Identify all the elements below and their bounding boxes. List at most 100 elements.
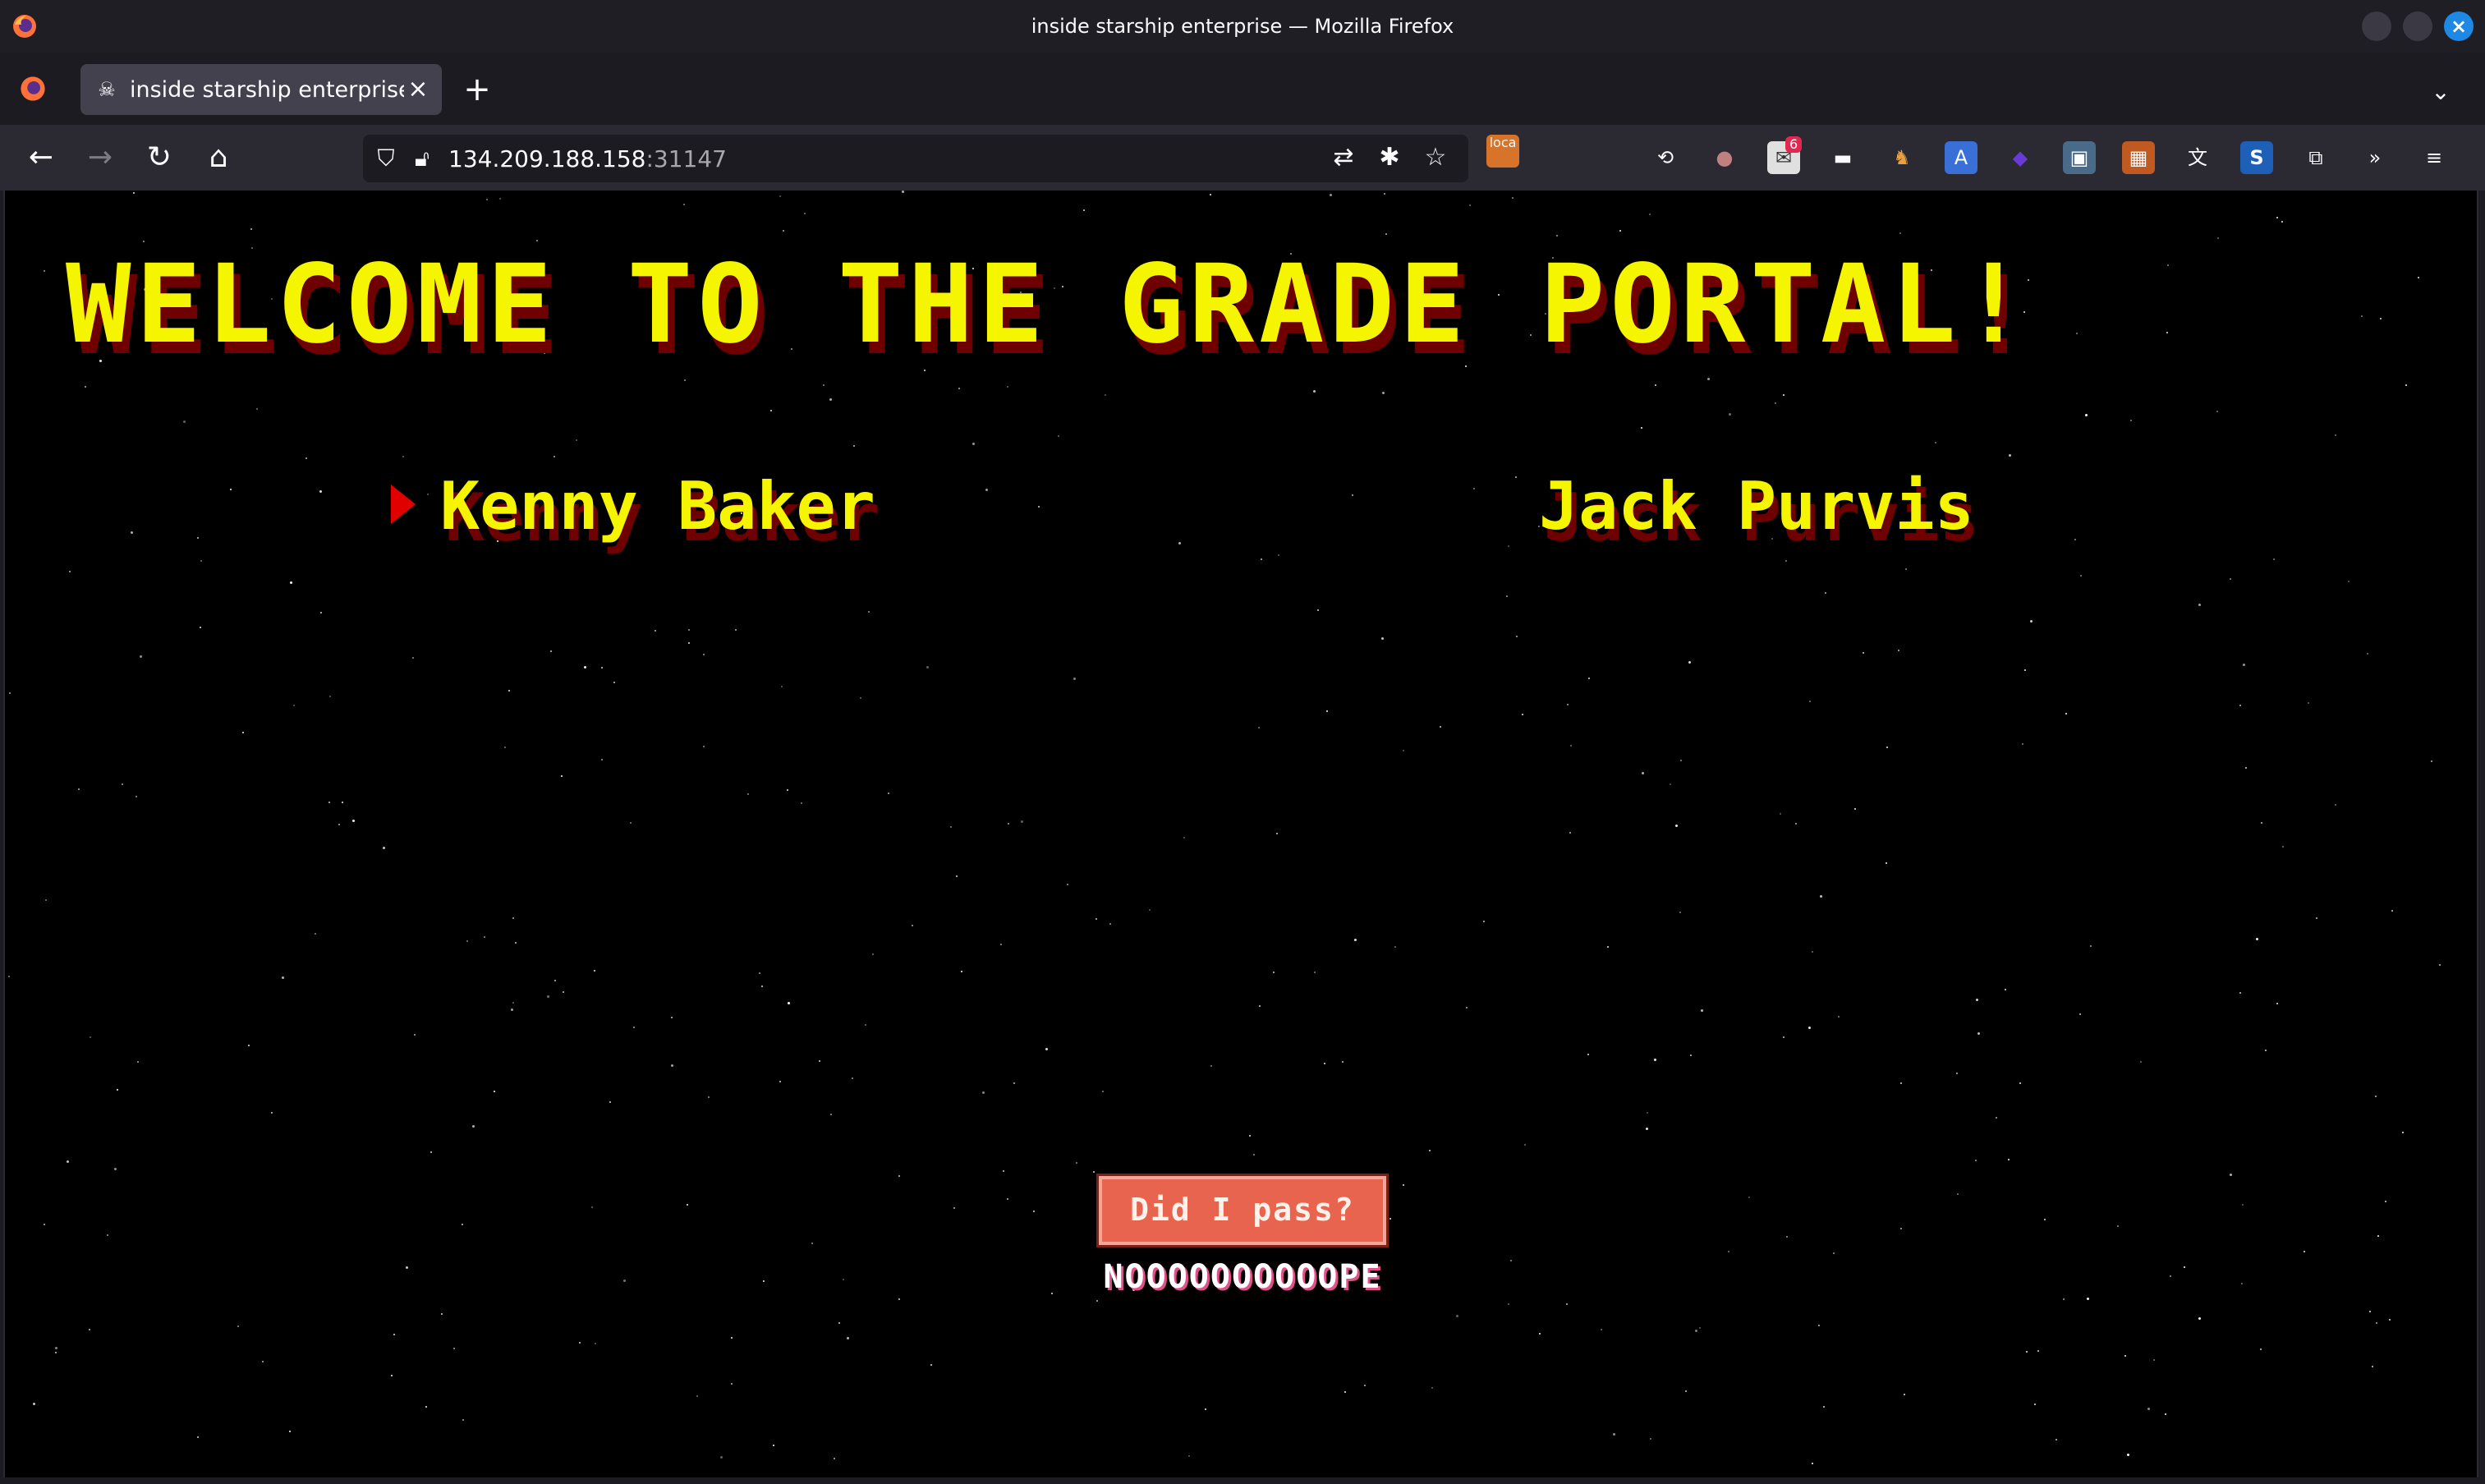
grid-extension-icon[interactable]: ▦ [2122,141,2155,174]
star [1567,704,1569,705]
extensions-puzzle-icon[interactable]: ⧉ [2299,141,2332,174]
star [1385,233,1387,235]
star [2243,664,2245,666]
hamburger-menu-icon[interactable]: ≡ [2418,141,2451,174]
star [1524,1144,1526,1146]
close-window-button[interactable]: × [2444,11,2474,41]
star [1276,833,1278,834]
star [1352,494,1353,496]
star [595,1343,596,1344]
language-extension-icon[interactable]: 文 [2181,141,2214,174]
star [33,1403,35,1405]
firefox-view-icon[interactable] [18,74,48,103]
s-extension-icon[interactable]: S [2240,141,2273,174]
star [2375,1096,2377,1097]
translate-icon[interactable]: ⇄ [1327,141,1360,174]
star [1783,394,1785,396]
star [1188,1455,1190,1457]
did-i-pass-button[interactable]: Did I pass? [1096,1174,1389,1247]
star [1109,923,1111,925]
star [731,1337,733,1339]
star [55,1347,57,1349]
window-title: inside starship enterprise — Mozilla Fir… [1031,15,1454,38]
star [1898,650,1899,651]
star [613,682,615,683]
star [508,690,510,691]
star [830,1114,832,1115]
loca-extension-icon[interactable]: loca [1486,135,1519,168]
overflow-chevron-icon[interactable]: » [2359,141,2391,174]
star [2140,1061,2142,1063]
star [2090,945,2092,947]
tab-active[interactable]: ☠ inside starship enterprise × [80,64,442,115]
star [425,1406,427,1408]
star [2184,1266,2185,1268]
list-all-tabs-button[interactable]: ⌄ [2424,76,2457,108]
forward-button[interactable]: → [80,138,120,177]
student-option-jack-purvis[interactable]: Jack Purvis [1539,468,1974,544]
minimize-button[interactable] [2362,11,2391,41]
new-tab-button[interactable]: + [460,72,494,107]
star [1556,235,1558,237]
star [601,759,603,760]
url-host: 134.209.188.158 [448,145,646,172]
history-icon[interactable]: ⟲ [1649,141,1682,174]
star [1483,921,1485,922]
close-tab-icon[interactable]: × [404,76,432,103]
star [761,986,763,987]
star [547,995,549,998]
star [248,1045,250,1046]
star [1690,1054,1692,1056]
star [1469,204,1471,206]
star [89,1329,90,1330]
star [1956,1073,1958,1074]
star [1818,1325,1820,1326]
bookmark-star-icon[interactable]: ☆ [1419,141,1452,174]
insecure-lock-icon[interactable]: 🔓︎ [404,145,440,172]
image-extension-icon[interactable]: ▣ [2063,141,2096,174]
star [1780,813,1781,815]
translate-extension-icon[interactable]: A [1945,141,1977,174]
star [44,270,45,272]
bug-icon[interactable]: ✱ [1373,141,1406,174]
star [843,1279,844,1280]
reload-button[interactable]: ↻ [140,138,179,177]
star [1038,506,1040,508]
gem-extension-icon[interactable]: ◆ [2004,141,2037,174]
star [1431,1387,1433,1389]
star [412,657,414,659]
star [2024,669,2026,671]
star [1649,214,1651,215]
star [561,775,563,777]
hat-extension-icon[interactable]: ▬ [1826,141,1859,174]
star [2056,1439,2057,1440]
star [1522,714,1523,715]
star [781,686,783,687]
star [1330,194,1332,196]
cookie-extension-icon[interactable]: ● [1708,141,1741,174]
mail-extension-icon[interactable]: ✉ 6 [1767,136,1803,174]
fox-extension-icon[interactable]: ♞ [1886,141,1918,174]
star [852,1077,853,1079]
back-button[interactable]: ← [21,138,61,177]
star [1344,1391,1346,1393]
star [1748,1197,1750,1198]
star [515,942,517,944]
star [601,667,603,668]
star [393,1334,395,1335]
star [783,230,784,232]
shield-icon[interactable]: ⛉ [368,145,404,172]
star [1102,1091,1104,1092]
star [1456,1315,1458,1317]
student-option-kenny-baker[interactable]: Kenny Baker [440,468,875,544]
home-button[interactable]: ⌂ [199,138,238,177]
star [1381,637,1384,640]
star [1886,747,1888,748]
star [1900,1082,1902,1084]
star [1364,1385,1366,1386]
url-bar[interactable]: ⛉ 🔓︎ 134.209.188.158:31147 ⇄ ✱ ☆ [363,135,1468,182]
star [1823,1406,1825,1408]
star [183,420,186,423]
maximize-button[interactable] [2403,11,2432,41]
star [1838,1016,1840,1018]
